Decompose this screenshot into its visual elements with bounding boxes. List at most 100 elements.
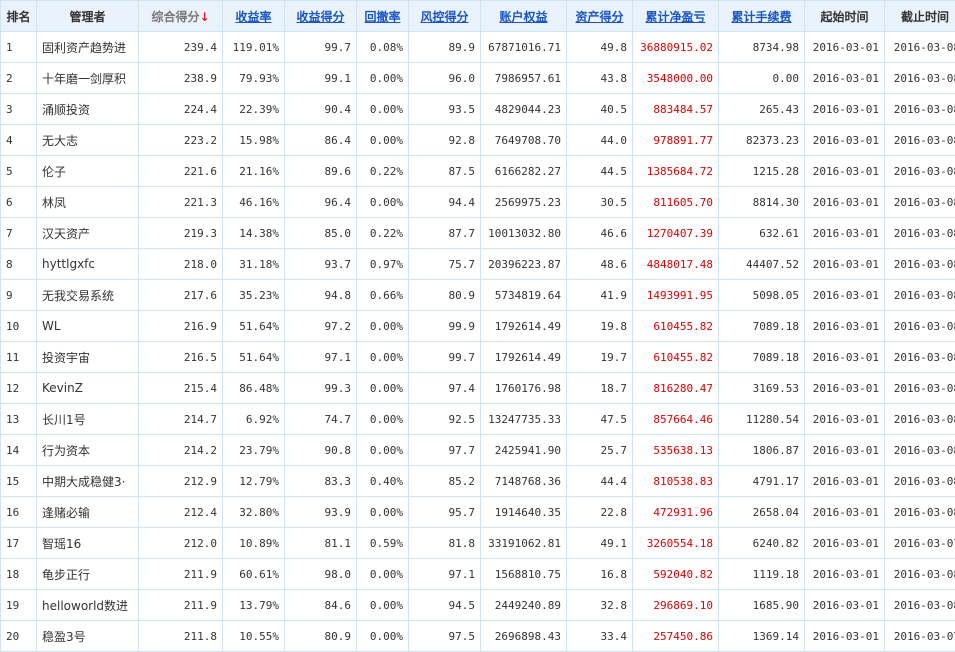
fees-cell: 6240.82 [719,528,805,559]
return-score-cell: 97.1 [285,342,357,373]
asset-score-cell: 22.8 [567,497,633,528]
equity-cell: 33191062.81 [481,528,567,559]
table-row: 11投资宇宙216.551.64%97.10.00%99.71792614.49… [1,342,955,373]
total-score-cell: 216.5 [139,342,223,373]
risk-score-cell: 95.7 [409,497,481,528]
drawdown-cell: 0.22% [357,218,409,249]
start-date-cell: 2016-03-01 [805,373,885,404]
risk-score-cell: 87.5 [409,156,481,187]
start-date-cell: 2016-03-01 [805,590,885,621]
return-score-cell: 86.4 [285,125,357,156]
equity-cell: 7649708.70 [481,125,567,156]
drawdown-cell: 0.00% [357,435,409,466]
rank-cell: 5 [1,156,37,187]
manager-cell: 逢赌必输 [37,497,139,528]
col-header-return-rate[interactable]: 收益率 [223,1,285,32]
end-date-cell: 2016-03-08 [885,249,955,280]
total-score-cell: 238.9 [139,63,223,94]
start-date-cell: 2016-03-01 [805,466,885,497]
col-header-net-pnl[interactable]: 累计净盈亏 [633,1,719,32]
col-header-fees[interactable]: 累计手续费 [719,1,805,32]
drawdown-cell: 0.00% [357,621,409,652]
net-pnl-cell: 592040.82 [633,559,719,590]
fees-cell: 7089.18 [719,342,805,373]
rank-cell: 17 [1,528,37,559]
total-score-cell: 221.3 [139,187,223,218]
col-header-asset-score[interactable]: 资产得分 [567,1,633,32]
fees-cell: 1369.14 [719,621,805,652]
net-pnl-cell: 472931.96 [633,497,719,528]
table-row: 10WL216.951.64%97.20.00%99.91792614.4919… [1,311,955,342]
drawdown-cell: 0.00% [357,342,409,373]
start-date-cell: 2016-03-01 [805,435,885,466]
return-rate-cell: 46.16% [223,187,285,218]
end-date-cell: 2016-03-08 [885,404,955,435]
end-date-cell: 2016-03-08 [885,590,955,621]
total-score-cell: 212.4 [139,497,223,528]
end-date-cell: 2016-03-08 [885,435,955,466]
start-date-cell: 2016-03-01 [805,94,885,125]
equity-cell: 10013032.80 [481,218,567,249]
rank-cell: 16 [1,497,37,528]
end-date-cell: 2016-03-08 [885,218,955,249]
manager-cell: 十年磨一剑厚积 [37,63,139,94]
rank-cell: 2 [1,63,37,94]
start-date-cell: 2016-03-01 [805,156,885,187]
return-rate-cell: 79.93% [223,63,285,94]
rank-cell: 8 [1,249,37,280]
table-header-row: 排名 管理者 综合得分↓ 收益率 收益得分 回撤率 风控得分 账户权益 资产得分… [1,1,955,32]
return-score-cell: 97.2 [285,311,357,342]
return-rate-cell: 13.79% [223,590,285,621]
equity-cell: 5734819.64 [481,280,567,311]
equity-cell: 2449240.89 [481,590,567,621]
asset-score-cell: 48.6 [567,249,633,280]
total-score-cell: 217.6 [139,280,223,311]
asset-score-cell: 19.8 [567,311,633,342]
manager-cell: 无我交易系统 [37,280,139,311]
end-date-cell: 2016-03-08 [885,559,955,590]
return-rate-cell: 51.64% [223,311,285,342]
rank-cell: 12 [1,373,37,404]
rank-cell: 14 [1,435,37,466]
rank-cell: 19 [1,590,37,621]
end-date-cell: 2016-03-08 [885,280,955,311]
fees-cell: 1215.28 [719,156,805,187]
return-rate-cell: 32.80% [223,497,285,528]
risk-score-cell: 85.2 [409,466,481,497]
drawdown-cell: 0.40% [357,466,409,497]
col-header-total-score[interactable]: 综合得分↓ [139,1,223,32]
manager-cell: 汉天资产 [37,218,139,249]
total-score-cell: 211.8 [139,621,223,652]
start-date-cell: 2016-03-01 [805,404,885,435]
return-rate-cell: 21.16% [223,156,285,187]
rank-cell: 3 [1,94,37,125]
drawdown-cell: 0.00% [357,94,409,125]
start-date-cell: 2016-03-01 [805,125,885,156]
manager-cell: 涌顺投资 [37,94,139,125]
drawdown-cell: 0.00% [357,187,409,218]
col-header-equity[interactable]: 账户权益 [481,1,567,32]
col-header-risk-score[interactable]: 风控得分 [409,1,481,32]
total-score-cell: 212.9 [139,466,223,497]
risk-score-cell: 97.5 [409,621,481,652]
total-score-cell: 219.3 [139,218,223,249]
start-date-cell: 2016-03-01 [805,249,885,280]
col-header-return-score[interactable]: 收益得分 [285,1,357,32]
return-score-cell: 99.1 [285,63,357,94]
table-row: 15中期大成稳健3·212.912.79%83.30.40%85.2714876… [1,466,955,497]
net-pnl-cell: 610455.82 [633,311,719,342]
return-score-cell: 85.0 [285,218,357,249]
end-date-cell: 2016-03-08 [885,311,955,342]
total-score-cell: 214.2 [139,435,223,466]
risk-score-cell: 96.0 [409,63,481,94]
equity-cell: 1792614.49 [481,342,567,373]
end-date-cell: 2016-03-08 [885,125,955,156]
table-row: 17智瑶16212.010.89%81.10.59%81.833191062.8… [1,528,955,559]
start-date-cell: 2016-03-01 [805,559,885,590]
asset-score-cell: 33.4 [567,621,633,652]
col-header-drawdown[interactable]: 回撤率 [357,1,409,32]
fees-cell: 44407.52 [719,249,805,280]
end-date-cell: 2016-03-07 [885,528,955,559]
rank-cell: 10 [1,311,37,342]
end-date-cell: 2016-03-08 [885,187,955,218]
